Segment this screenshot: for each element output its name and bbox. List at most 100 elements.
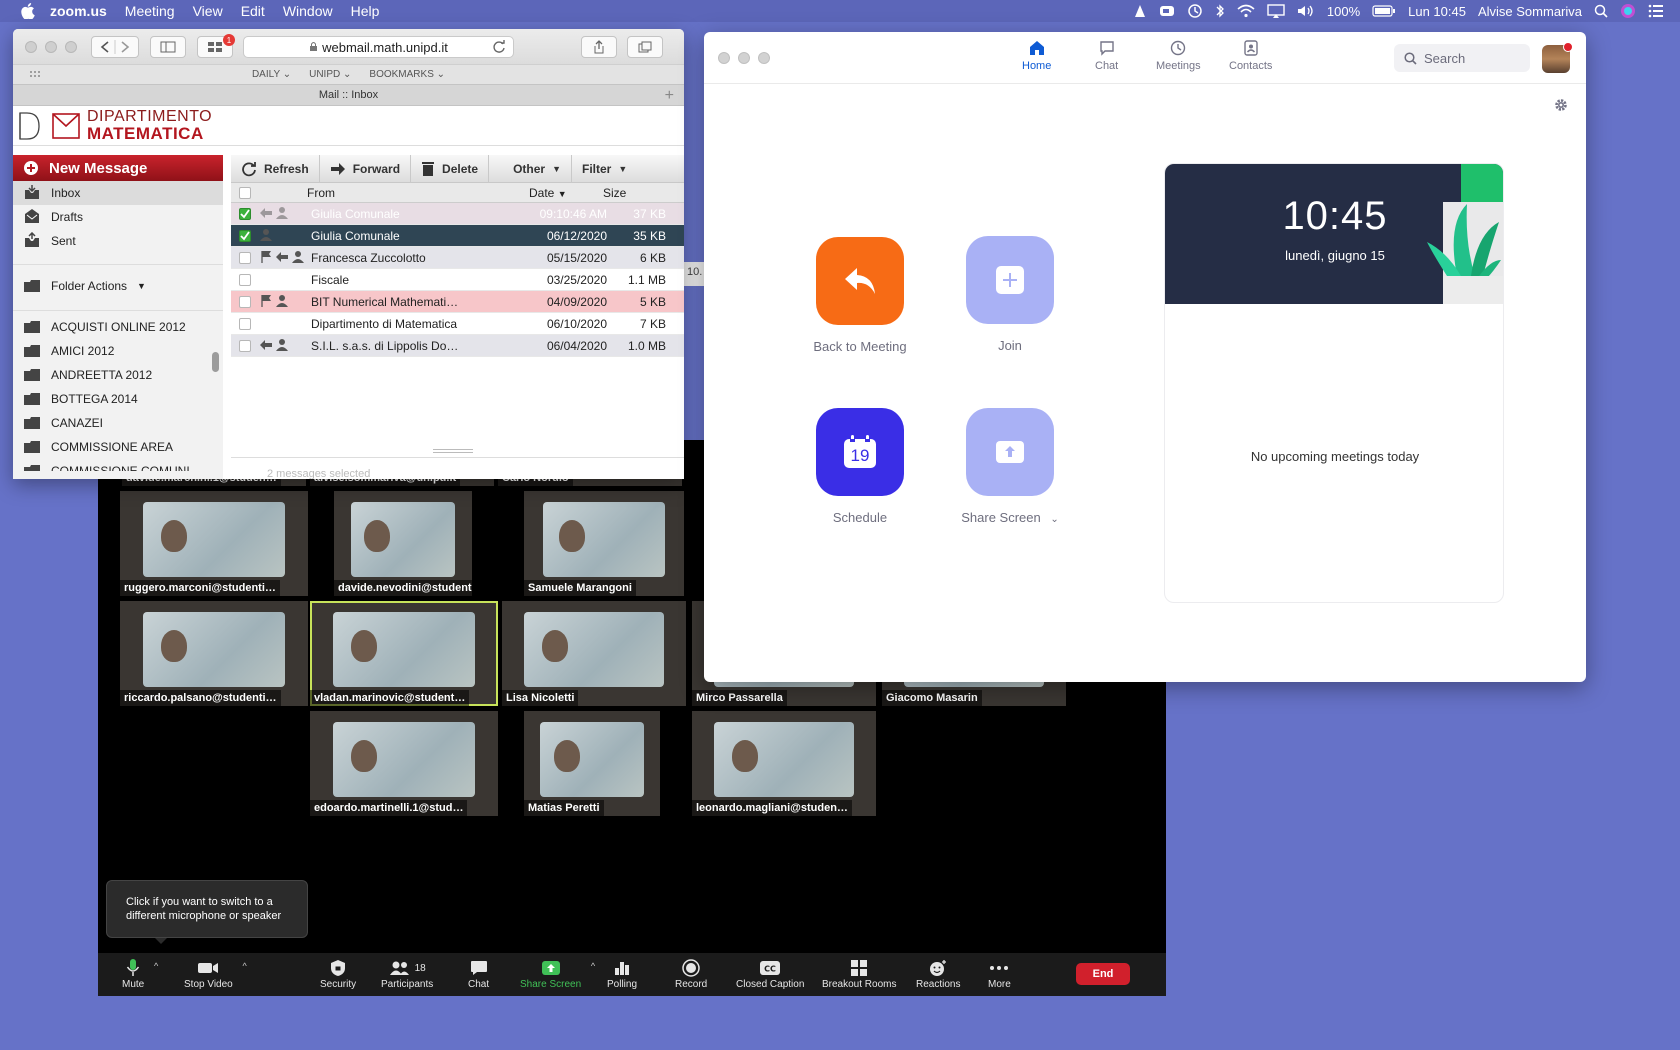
favorite-unipd[interactable]: UNIPD ⌄ [309, 69, 351, 80]
video-tile[interactable]: Lisa Nicoletti [502, 601, 686, 706]
back-to-meeting-button[interactable]: Back to Meeting [800, 237, 920, 354]
menu-clock[interactable]: Lun 10:45 [1408, 4, 1466, 19]
message-row[interactable]: Fiscale 03/25/2020 1.1 MB [231, 269, 684, 291]
nav-chat[interactable]: Chat [1095, 40, 1118, 72]
spotlight-icon[interactable] [1594, 4, 1608, 18]
nav-contacts[interactable]: Contacts [1229, 40, 1272, 72]
mailbox-inbox[interactable]: Inbox [13, 181, 223, 205]
share-screen-button[interactable]: Share Screen ^ [520, 957, 595, 990]
time-machine-icon[interactable] [1187, 3, 1203, 19]
favorite-daily[interactable]: DAILY ⌄ [252, 69, 291, 80]
zoom-window-button[interactable] [65, 40, 77, 53]
close-window-button[interactable] [718, 52, 730, 64]
security-button[interactable]: Security [320, 957, 356, 990]
column-from[interactable]: From [307, 186, 335, 200]
close-window-button[interactable] [25, 40, 37, 53]
message-row[interactable]: Giulia Comunale 06/12/2020 35 KB [231, 225, 684, 247]
closed-caption-button[interactable]: CC Closed Caption [736, 957, 804, 990]
forward-button[interactable]: Forward [320, 154, 412, 183]
other-menu-button[interactable]: Other ▼ [503, 154, 572, 183]
browser-tab[interactable]: Mail :: Inbox + [13, 84, 684, 106]
new-tab-icon[interactable]: + [665, 87, 674, 105]
bluetooth-icon[interactable] [1215, 3, 1225, 19]
pane-resize-handle[interactable] [433, 449, 473, 453]
siri-icon[interactable] [1620, 3, 1636, 19]
join-button[interactable]: Join [950, 236, 1070, 353]
share-screen-tile[interactable] [966, 408, 1054, 496]
filter-menu-button[interactable]: Filter ▼ [572, 155, 637, 183]
share-icon[interactable] [581, 36, 617, 58]
zoom-window-button[interactable] [758, 52, 770, 64]
message-checkbox[interactable] [239, 340, 251, 352]
airplay-icon[interactable] [1267, 4, 1285, 18]
menu-view[interactable]: View [193, 3, 223, 19]
menu-app-name[interactable]: zoom.us [50, 3, 107, 19]
select-all-checkbox[interactable] [239, 187, 251, 199]
video-tile[interactable]: riccardo.palsano@studenti… [120, 601, 308, 706]
share-screen-home-button[interactable]: Share Screen ⌄ [950, 408, 1070, 525]
minimize-window-button[interactable] [738, 52, 750, 64]
wifi-icon[interactable] [1237, 4, 1255, 18]
folder-item[interactable]: COMMISSIONE AREA [13, 435, 223, 459]
column-size[interactable]: Size [603, 186, 626, 200]
reload-icon[interactable] [492, 40, 506, 57]
back-to-meeting-tile[interactable] [816, 237, 904, 325]
zoom-status-icon[interactable] [1159, 4, 1175, 18]
department-logo[interactable]: DIPARTIMENTO MATEMATICA [13, 106, 684, 146]
join-tile[interactable] [966, 236, 1054, 324]
video-tile[interactable]: davide.nevodini@studenti.… [334, 491, 472, 596]
tabs-overview-icon[interactable] [627, 36, 663, 58]
message-row[interactable]: Giulia Comunale 09:10:46 AM 37 KB [231, 203, 684, 225]
share-options-caret[interactable]: ^ [591, 961, 595, 971]
video-options-caret[interactable]: ^ [243, 961, 247, 971]
message-row[interactable]: BIT Numerical Mathemati… 04/09/2020 5 KB [231, 291, 684, 313]
folder-item[interactable]: ACQUISTI ONLINE 2012 [13, 315, 223, 339]
video-tile[interactable]: edoardo.martinelli.1@stud… [310, 711, 498, 816]
folder-item[interactable]: AMICI 2012 [13, 339, 223, 363]
folder-item[interactable]: CANAZEI [13, 411, 223, 435]
volume-icon[interactable] [1297, 4, 1315, 18]
folder-item[interactable]: ANDREETTA 2012 [13, 363, 223, 387]
message-row[interactable]: Francesca Zuccolotto 05/15/2020 6 KB [231, 247, 684, 269]
breakout-rooms-button[interactable]: Breakout Rooms [822, 957, 896, 990]
message-checkbox[interactable] [239, 274, 251, 286]
apple-icon[interactable] [20, 3, 36, 19]
video-tile[interactable]: ruggero.marconi@studenti… [120, 491, 308, 596]
reactions-button[interactable]: Reactions [916, 957, 960, 990]
top-sites-icon[interactable]: 1 [197, 34, 235, 58]
stop-video-button[interactable]: Stop Video ^ [184, 957, 247, 990]
sidebar-toggle-icon[interactable] [150, 36, 186, 58]
folder-scrollbar[interactable] [212, 352, 219, 372]
schedule-tile[interactable]: 19 [816, 408, 904, 496]
nav-home[interactable]: Home [1022, 40, 1051, 72]
gear-icon[interactable] [1554, 98, 1568, 115]
battery-icon[interactable] [1372, 5, 1396, 17]
search-input[interactable]: Search [1394, 44, 1530, 72]
video-tile[interactable]: leonardo.magliani@studen… [692, 711, 876, 816]
nav-meetings[interactable]: Meetings [1156, 40, 1201, 72]
apps-grid-icon[interactable] [29, 70, 43, 83]
back-forward-buttons[interactable] [91, 36, 139, 58]
message-checkbox[interactable] [239, 230, 251, 242]
video-tile[interactable]: Matias Peretti [524, 711, 660, 816]
column-date[interactable]: Date ▼ [529, 186, 567, 200]
participants-button[interactable]: 18 Participants [381, 957, 433, 990]
message-row[interactable]: S.I.L. s.a.s. di Lippolis Do… 06/04/2020 1… [231, 335, 684, 357]
message-checkbox[interactable] [239, 318, 251, 330]
folder-item[interactable]: COMMISSIONE COMUNI [13, 459, 223, 471]
schedule-button[interactable]: 19 Schedule [800, 408, 920, 525]
favorite-bookmarks[interactable]: BOOKMARKS ⌄ [369, 69, 445, 80]
more-button[interactable]: More [988, 957, 1011, 990]
polling-button[interactable]: Polling [607, 957, 637, 990]
refresh-button[interactable]: Refresh [231, 154, 320, 183]
message-row[interactable]: Dipartimento di Matematica 06/10/2020 7 KB [231, 313, 684, 335]
menu-edit[interactable]: Edit [241, 3, 265, 19]
notification-center-icon[interactable] [1648, 4, 1664, 18]
menu-meeting[interactable]: Meeting [125, 3, 175, 19]
message-checkbox[interactable] [239, 296, 251, 308]
folder-actions-menu[interactable]: Folder Actions ▼ [13, 271, 223, 301]
video-tile[interactable]: Samuele Marangoni [524, 491, 684, 596]
address-bar[interactable]: webmail.math.unipd.it [243, 36, 514, 58]
chat-button[interactable]: Chat [468, 957, 489, 990]
end-meeting-button[interactable]: End [1076, 963, 1130, 985]
